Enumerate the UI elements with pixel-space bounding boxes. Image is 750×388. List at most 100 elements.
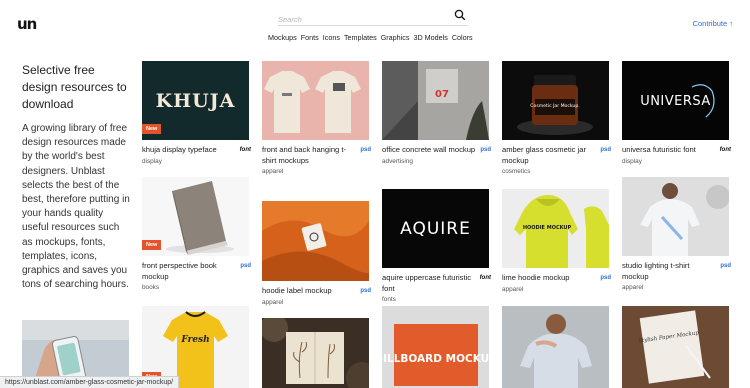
card-type-tag: font: [239, 147, 251, 153]
aquire-font-preview: AQUIRE: [382, 189, 489, 268]
nav-colors[interactable]: Colors: [452, 33, 473, 42]
card-thumbnail[interactable]: KHUJA New: [142, 61, 249, 140]
card-category[interactable]: advertising: [382, 157, 477, 168]
aquire-wordmark: AQUIRE: [400, 219, 471, 239]
resource-card[interactable]: HOODIE MOCKUP lime hoodie mockup apparel…: [502, 189, 611, 296]
card-thumbnail[interactable]: [262, 318, 369, 388]
nav-graphics[interactable]: Graphics: [381, 33, 410, 42]
nav-icons[interactable]: Icons: [323, 33, 340, 42]
paper-mockup-image: Stylish Paper Mockup: [622, 306, 729, 388]
studio-tshirt-image: [622, 177, 729, 256]
card-caption: khuja display typeface display font: [142, 145, 251, 168]
category-nav: Mockups Fonts Icons Templates Graphics 3…: [268, 33, 473, 42]
card-title[interactable]: office concrete wall mockup: [382, 145, 477, 156]
lime-hoodie-image: HOODIE MOCKUP: [502, 189, 609, 268]
card-category[interactable]: books: [142, 283, 237, 294]
nav-mockups[interactable]: Mockups: [268, 33, 297, 42]
card-type-tag: font: [479, 275, 491, 281]
resource-card[interactable]: studio lighting t-shirt mockup apparel p…: [622, 177, 731, 294]
resource-card[interactable]: hoodie label mockup apparel psd: [262, 201, 371, 309]
card-type-tag: psd: [600, 275, 611, 281]
card-title[interactable]: studio lighting t-shirt mockup: [622, 261, 717, 282]
card-type-tag: psd: [360, 288, 371, 294]
resource-card[interactable]: New front perspective book mockup books …: [142, 177, 251, 294]
card-title[interactable]: lime hoodie mockup: [502, 273, 597, 284]
card-caption: amber glass cosmetic jar mockup cosmetic…: [502, 145, 611, 178]
card-category[interactable]: apparel: [262, 298, 357, 309]
hoodie-label-image: [262, 201, 369, 281]
card-title[interactable]: hoodie label mockup: [262, 286, 357, 297]
card-title[interactable]: khuja display typeface: [142, 145, 237, 156]
new-badge: New: [142, 240, 162, 250]
resource-card[interactable]: AQUIRE aquire uppercase futuristic font …: [382, 189, 491, 306]
card-category[interactable]: apparel: [262, 167, 357, 178]
card-type-tag: psd: [360, 147, 371, 153]
card-thumbnail[interactable]: 07: [382, 61, 489, 140]
card-category[interactable]: cosmetics: [502, 167, 597, 178]
resource-card[interactable]: 07 office concrete wall mockup advertisi…: [382, 61, 491, 168]
card-caption: studio lighting t-shirt mockup apparel p…: [622, 261, 731, 294]
unblast-logo[interactable]: un: [17, 15, 37, 33]
resource-card[interactable]: [262, 318, 369, 388]
resource-card[interactable]: BILLBOARD MOCKUP: [382, 306, 489, 388]
nav-3d-models[interactable]: 3D Models: [413, 33, 447, 42]
card-title[interactable]: universa futuristic font: [622, 145, 717, 156]
card-category[interactable]: display: [142, 157, 237, 168]
cosmetic-jar-image: Cosmetic Jar Mockup.: [502, 61, 609, 140]
card-thumbnail[interactable]: UNIVERSA: [622, 61, 729, 140]
universa-wordmark: UNIVERSA: [640, 94, 711, 109]
jar-label: Cosmetic Jar Mockup.: [530, 103, 579, 109]
card-category[interactable]: apparel: [502, 285, 597, 296]
jersey-text: Fresh: [180, 335, 209, 345]
card-title[interactable]: amber glass cosmetic jar mockup: [502, 145, 597, 166]
card-thumbnail[interactable]: [262, 201, 369, 281]
resource-card[interactable]: front and back hanging t-shirt mockups a…: [262, 61, 371, 178]
resource-card[interactable]: UNIVERSA universa futuristic font displa…: [622, 61, 731, 168]
intro-section: Selective free design resources to downl…: [22, 62, 132, 292]
card-thumbnail[interactable]: Cosmetic Jar Mockup.: [502, 61, 609, 140]
card-title[interactable]: front perspective book mockup: [142, 261, 237, 282]
card-caption: front perspective book mockup books psd: [142, 261, 251, 294]
hoodie-print: HOODIE MOCKUP: [523, 225, 572, 231]
resource-card[interactable]: KHUJA New khuja display typeface display…: [142, 61, 251, 168]
card-type-tag: font: [719, 147, 731, 153]
card-thumbnail[interactable]: BILLBOARD MOCKUP: [382, 306, 489, 388]
card-caption: aquire uppercase futuristic font fonts f…: [382, 273, 491, 306]
new-badge: New: [142, 124, 162, 134]
contribute-link[interactable]: Contribute ↑: [693, 19, 733, 28]
card-type-tag: psd: [720, 263, 731, 269]
card-type-tag: psd: [480, 147, 491, 153]
card-category[interactable]: display: [622, 157, 717, 168]
card-title[interactable]: aquire uppercase futuristic font: [382, 273, 477, 294]
card-thumbnail[interactable]: AQUIRE: [382, 189, 489, 268]
resource-card[interactable]: [502, 306, 609, 388]
card-caption: front and back hanging t-shirt mockups a…: [262, 145, 371, 178]
search-icon[interactable]: [454, 9, 466, 21]
card-thumbnail[interactable]: [622, 177, 729, 256]
card-thumbnail[interactable]: [502, 306, 609, 388]
nav-fonts[interactable]: Fonts: [301, 33, 319, 42]
search-input[interactable]: [278, 12, 448, 27]
botanical-book-image: [262, 318, 369, 388]
concrete-wall-image: 07: [382, 61, 489, 140]
card-thumbnail[interactable]: Stylish Paper Mockup: [622, 306, 729, 388]
billboard-image: BILLBOARD MOCKUP: [382, 306, 489, 388]
intro-text: A growing library of free design resourc…: [22, 123, 130, 291]
search-bar: [278, 9, 468, 27]
wall-number: 07: [435, 89, 449, 100]
card-thumbnail[interactable]: HOODIE MOCKUP: [502, 189, 609, 268]
card-category[interactable]: fonts: [382, 295, 477, 306]
man-tshirt-image: [502, 306, 609, 388]
resource-card[interactable]: Cosmetic Jar Mockup. amber glass cosmeti…: [502, 61, 611, 178]
hanging-tshirts-image: [262, 61, 369, 140]
card-type-tag: psd: [600, 147, 611, 153]
card-category[interactable]: apparel: [622, 283, 717, 294]
billboard-text: BILLBOARD MOCKUP: [382, 353, 489, 365]
nav-templates[interactable]: Templates: [344, 33, 377, 42]
card-caption: lime hoodie mockup apparel psd: [502, 273, 611, 296]
card-thumbnail[interactable]: [262, 61, 369, 140]
resource-card[interactable]: Stylish Paper Mockup: [622, 306, 729, 388]
card-thumbnail[interactable]: New: [142, 177, 249, 256]
intro-title: Selective free design resources to downl…: [22, 63, 127, 111]
card-title[interactable]: front and back hanging t-shirt mockups: [262, 145, 357, 166]
